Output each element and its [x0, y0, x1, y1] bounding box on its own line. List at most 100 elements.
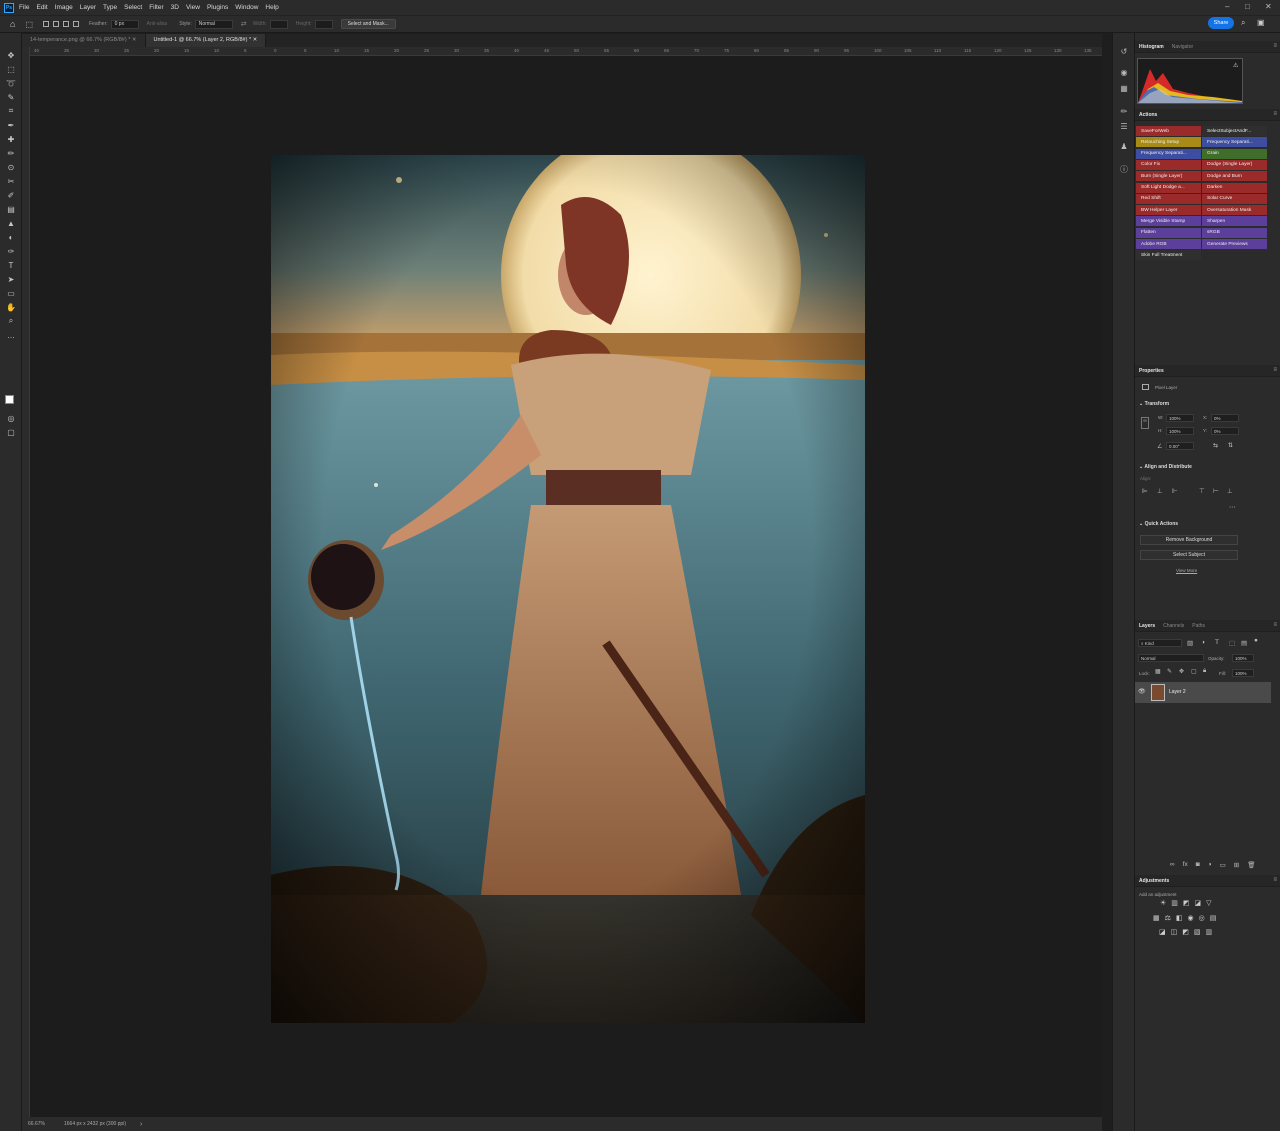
action-right-2[interactable]: Grain: [1202, 148, 1267, 159]
action-left-8[interactable]: Merge Visible Stamp: [1136, 216, 1201, 227]
channel-mixer-icon[interactable]: ◎: [1199, 914, 1205, 922]
flip-vertical-icon[interactable]: ⇅: [1228, 442, 1233, 449]
history-brush-icon[interactable]: ✂: [5, 176, 17, 186]
opacity-input[interactable]: 100%: [1232, 654, 1254, 662]
close-tab-icon[interactable]: ✕: [253, 37, 258, 43]
filter-adjustment-icon[interactable]: ◑: [1201, 639, 1205, 646]
quick-select-tool-icon[interactable]: ✎: [5, 92, 17, 102]
tab-document-2[interactable]: Untitled-1 @ 66.7% (Layer 2, RGB/8#) * ✕: [145, 34, 267, 47]
flip-horizontal-icon[interactable]: ⇆: [1213, 442, 1218, 449]
hue-saturation-icon[interactable]: ▦: [1153, 914, 1160, 922]
new-group-icon[interactable]: ▭: [1220, 861, 1226, 869]
more-options-icon[interactable]: ⋯: [1229, 503, 1236, 511]
menu-edit[interactable]: Edit: [36, 4, 47, 11]
select-subject-button[interactable]: Select Subject: [1140, 550, 1238, 560]
lock-transparent-icon[interactable]: ▦: [1155, 668, 1161, 675]
panel-menu-icon[interactable]: ≡: [1273, 622, 1277, 628]
zoom-tool-icon[interactable]: ⌕: [5, 316, 17, 326]
action-left-9[interactable]: Flatten: [1136, 227, 1201, 238]
gradient-tool-icon[interactable]: ▤: [5, 204, 17, 214]
foreground-color-swatch[interactable]: [5, 395, 14, 404]
quick-mask-icon[interactable]: ◎: [5, 413, 17, 423]
info-icon[interactable]: ⓘ: [1118, 164, 1130, 174]
threshold-icon[interactable]: ◩: [1182, 928, 1189, 936]
exposure-icon[interactable]: ◪: [1195, 899, 1202, 907]
lock-position-icon[interactable]: ✥: [1179, 668, 1184, 675]
visibility-eye-icon[interactable]: 👁︎: [1138, 688, 1146, 695]
action-right-3[interactable]: Dodge (Single Layer): [1202, 159, 1267, 170]
h-input[interactable]: 100%: [1166, 427, 1194, 435]
tab-adjustments[interactable]: Adjustments: [1139, 878, 1169, 884]
workspace-icon[interactable]: ▣: [1257, 18, 1265, 27]
adjust-icon[interactable]: ☰: [1118, 121, 1130, 131]
close-icon[interactable]: ✕: [1265, 2, 1272, 11]
align-center-h-icon[interactable]: ⊥: [1157, 487, 1163, 495]
photoshop-logo-icon[interactable]: Ps: [4, 2, 14, 13]
action-left-2[interactable]: Frequency Separati...: [1136, 148, 1201, 159]
action-right-9[interactable]: sRGB: [1202, 227, 1267, 238]
new-selection-icon[interactable]: [43, 21, 49, 27]
menu-file[interactable]: File: [19, 4, 29, 11]
tab-paths[interactable]: Paths: [1192, 623, 1205, 629]
angle-input[interactable]: 0.00°: [1166, 442, 1194, 450]
filter-toggle-icon[interactable]: ●: [1254, 637, 1258, 644]
marquee-tool-icon[interactable]: ⬚: [5, 64, 17, 74]
panel-menu-icon[interactable]: ≡: [1273, 43, 1277, 49]
panel-menu-icon[interactable]: ≡: [1273, 877, 1277, 883]
w-input[interactable]: 100%: [1166, 414, 1194, 422]
brightness-icon[interactable]: ☀: [1160, 899, 1166, 907]
align-right-icon[interactable]: ⊩: [1172, 487, 1178, 495]
link-layers-icon[interactable]: ∞: [1170, 861, 1175, 869]
subtract-selection-icon[interactable]: [63, 21, 69, 27]
posterize-icon[interactable]: ◫: [1171, 928, 1178, 936]
vibrance-icon[interactable]: ▽: [1206, 899, 1211, 907]
menu-image[interactable]: Image: [55, 4, 73, 11]
document-artwork[interactable]: [271, 155, 865, 1023]
link-icon[interactable]: ∞: [1141, 417, 1149, 429]
stamp-tool-icon[interactable]: ⊙: [5, 162, 17, 172]
panel-menu-icon[interactable]: ≡: [1273, 111, 1277, 117]
path-select-icon[interactable]: ➤: [5, 274, 17, 284]
vertical-ruler[interactable]: [22, 47, 30, 1117]
eyedropper-tool-icon[interactable]: ✒: [5, 120, 17, 130]
new-layer-icon[interactable]: ⊞: [1234, 861, 1239, 869]
lasso-tool-icon[interactable]: ➰: [5, 78, 17, 88]
color-icon[interactable]: ◉: [1118, 67, 1130, 77]
pen-tool-icon[interactable]: ✑: [5, 246, 17, 256]
layer-style-icon[interactable]: fx: [1183, 861, 1188, 869]
lock-pixels-icon[interactable]: ✎: [1167, 668, 1172, 675]
delete-layer-icon[interactable]: 🗑︎: [1247, 861, 1255, 869]
lock-all-icon[interactable]: 🔒︎: [1203, 668, 1206, 675]
layer-row[interactable]: 👁︎ Layer 2: [1135, 682, 1271, 703]
feather-input[interactable]: 0 px: [110, 19, 139, 29]
intersect-selection-icon[interactable]: [73, 21, 79, 27]
action-left-10[interactable]: Adobe RGB: [1136, 239, 1201, 249]
align-left-icon[interactable]: ⊫: [1142, 487, 1148, 495]
horizontal-ruler[interactable]: 40 35 30 25 20 15 10 5 0 5 10 15 20 25 30 35 40 45 50 55 60 6…: [30, 47, 1102, 56]
blur-tool-icon[interactable]: ▲: [5, 218, 17, 228]
tab-actions[interactable]: Actions: [1139, 112, 1157, 118]
curves-icon[interactable]: ◩: [1183, 899, 1190, 907]
close-tab-icon[interactable]: ✕: [132, 37, 137, 43]
lock-artboard-icon[interactable]: ▢: [1191, 668, 1197, 675]
black-white-icon[interactable]: ◧: [1176, 914, 1183, 922]
remove-background-button[interactable]: Remove Background: [1140, 535, 1238, 545]
menu-help[interactable]: Help: [265, 4, 278, 11]
action-right-7[interactable]: Oversaturation Mask: [1202, 205, 1267, 216]
transform-title[interactable]: ⌄ Transform: [1139, 401, 1169, 407]
action-right-6[interactable]: Solar Curve: [1202, 193, 1267, 204]
menu-window[interactable]: Window: [235, 4, 258, 11]
style-select[interactable]: Normal: [194, 19, 233, 29]
antialias-checkbox[interactable]: Anti-alias: [147, 21, 168, 27]
histogram-warning-icon[interactable]: ⚠: [1233, 62, 1238, 69]
text-tool-icon[interactable]: T: [5, 260, 17, 270]
action-right-5[interactable]: Darken: [1202, 182, 1267, 193]
zoom-level[interactable]: 66.67%: [28, 1121, 62, 1127]
menu-3d[interactable]: 3D: [171, 4, 179, 11]
menu-filter[interactable]: Filter: [149, 4, 163, 11]
menu-type[interactable]: Type: [103, 4, 117, 11]
panel-menu-icon[interactable]: ≡: [1273, 367, 1277, 373]
action-left-7[interactable]: BW Helper Layer: [1136, 205, 1201, 216]
quick-actions-title[interactable]: ⌄ Quick Actions: [1139, 521, 1178, 527]
action-left-6[interactable]: Red Shift: [1136, 193, 1201, 204]
